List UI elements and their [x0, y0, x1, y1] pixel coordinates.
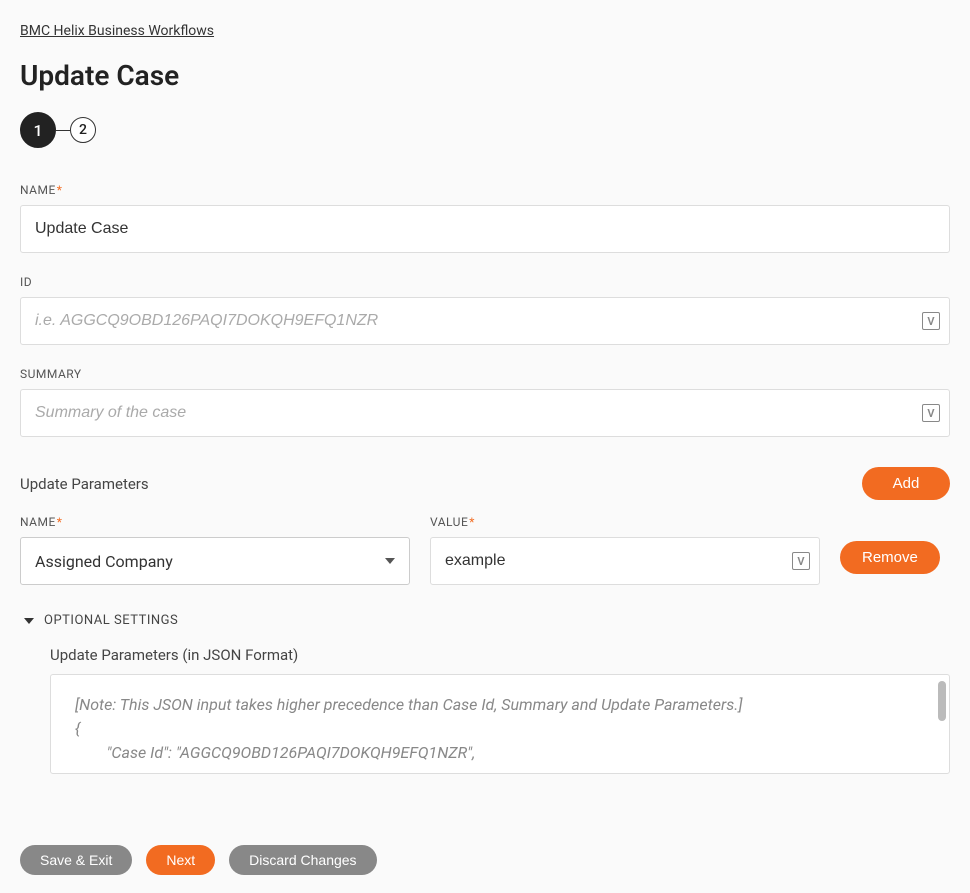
variable-picker-icon[interactable]: V [792, 552, 810, 570]
json-params-textarea[interactable] [51, 675, 949, 773]
param-name-select[interactable]: Assigned Company [20, 537, 410, 585]
required-star-icon: * [57, 183, 63, 197]
id-label: ID [20, 275, 950, 289]
wizard-step-2[interactable]: 2 [70, 117, 96, 143]
required-star-icon: * [57, 515, 63, 529]
wizard-steps: 1 2 [20, 112, 950, 148]
param-value-label-text: VALUE [430, 515, 468, 529]
save-exit-button[interactable]: Save & Exit [20, 845, 132, 875]
summary-label: SUMMARY [20, 367, 950, 381]
name-label: NAME* [20, 183, 950, 197]
name-label-text: NAME [20, 183, 56, 197]
variable-picker-icon[interactable]: V [922, 312, 940, 330]
update-parameters-label: Update Parameters [20, 475, 149, 493]
discard-changes-button[interactable]: Discard Changes [229, 845, 376, 875]
required-star-icon: * [469, 515, 475, 529]
add-button[interactable]: Add [862, 467, 950, 500]
param-name-selected: Assigned Company [35, 552, 173, 571]
footer-bar: Save & Exit Next Discard Changes [0, 827, 970, 893]
summary-input[interactable] [20, 389, 950, 437]
param-value-label: VALUE* [430, 515, 820, 529]
next-button[interactable]: Next [146, 845, 215, 875]
variable-picker-icon[interactable]: V [922, 404, 940, 422]
name-input[interactable] [20, 205, 950, 253]
optional-settings-toggle[interactable]: OPTIONAL SETTINGS [20, 613, 950, 628]
chevron-down-icon [24, 618, 34, 624]
param-name-label: NAME* [20, 515, 410, 529]
scrollbar-thumb[interactable] [938, 681, 946, 721]
remove-button[interactable]: Remove [840, 541, 940, 574]
wizard-connector [56, 130, 70, 131]
optional-settings-label: OPTIONAL SETTINGS [44, 613, 178, 628]
parameter-row: NAME* Assigned Company VALUE* V Remove [20, 515, 950, 585]
json-params-label: Update Parameters (in JSON Format) [50, 646, 950, 664]
chevron-down-icon [385, 558, 395, 564]
breadcrumb-link[interactable]: BMC Helix Business Workflows [20, 23, 214, 39]
wizard-step-1[interactable]: 1 [20, 112, 56, 148]
page-title: Update Case [20, 59, 950, 92]
param-name-label-text: NAME [20, 515, 56, 529]
param-value-input[interactable] [430, 537, 820, 585]
id-input[interactable] [20, 297, 950, 345]
